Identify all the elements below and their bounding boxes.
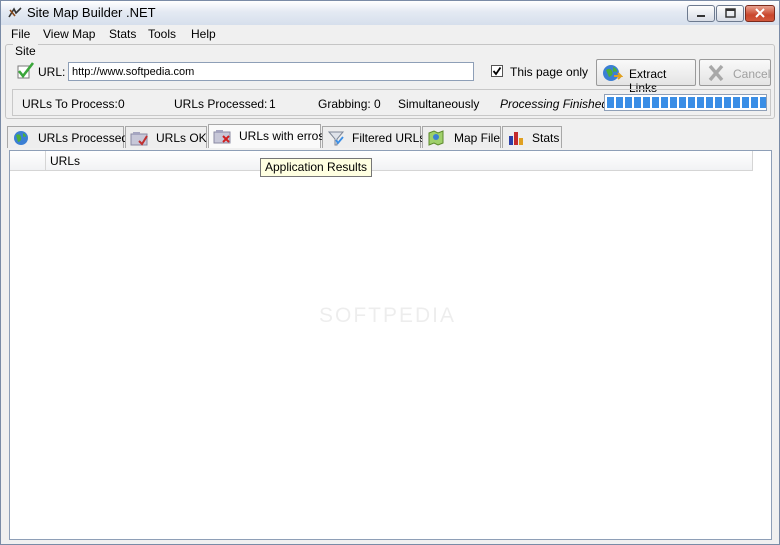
extract-links-button[interactable]: Extract Links bbox=[596, 59, 696, 95]
grabbing-value: 0 bbox=[374, 97, 381, 111]
globe-icon bbox=[14, 131, 28, 145]
progress-bar bbox=[604, 94, 767, 111]
tab-map-file[interactable]: Map File bbox=[422, 126, 501, 148]
tab-urls-with-erros[interactable]: URLs with erros bbox=[208, 124, 325, 148]
tab-urls-ok-label: URLs OK bbox=[156, 131, 207, 145]
menu-bar: File View Map Stats Tools Help bbox=[1, 25, 779, 43]
app-window: Site Map Builder .NET File View Map Stat… bbox=[0, 0, 780, 545]
urls-to-process-label: URLs To Process: bbox=[22, 97, 118, 111]
urls-processed-label: URLs Processed: bbox=[174, 97, 268, 111]
title-bar[interactable]: Site Map Builder .NET bbox=[1, 1, 779, 26]
tab-urls-processed-label: URLs Processed bbox=[38, 131, 129, 145]
url-label: URL: bbox=[38, 65, 66, 79]
menu-file[interactable]: File bbox=[11, 27, 30, 41]
tab-filtered-urls-label: Filtered URLs bbox=[352, 131, 426, 145]
simultaneously-label: Simultaneously bbox=[398, 97, 480, 111]
menu-stats[interactable]: Stats bbox=[109, 27, 136, 41]
cancel-label: Cancel bbox=[733, 67, 771, 81]
url-input[interactable] bbox=[68, 62, 474, 81]
minimize-icon bbox=[697, 15, 705, 17]
tab-urls-processed[interactable]: URLs Processed bbox=[7, 126, 128, 148]
tab-stats[interactable]: Stats bbox=[502, 126, 562, 148]
this-page-only-label[interactable]: This page only bbox=[510, 65, 588, 79]
check-folder-icon bbox=[130, 132, 148, 146]
window-title: Site Map Builder .NET bbox=[27, 5, 156, 20]
column-header-urls[interactable]: URLs bbox=[50, 154, 80, 168]
tab-map-file-label: Map File bbox=[454, 131, 501, 145]
grid-header: URLs bbox=[10, 151, 753, 171]
menu-view-map[interactable]: View Map bbox=[43, 27, 95, 41]
url-link-icon bbox=[17, 62, 35, 79]
menu-help[interactable]: Help bbox=[191, 27, 216, 41]
urls-processed-value: 1 bbox=[269, 97, 276, 111]
globe-arrow-icon bbox=[603, 65, 623, 81]
cancel-x-icon bbox=[708, 64, 724, 82]
close-icon bbox=[755, 8, 765, 18]
minimize-button[interactable] bbox=[687, 5, 715, 22]
site-group-legend: Site bbox=[13, 44, 38, 58]
grabbing-label: Grabbing: bbox=[318, 97, 371, 111]
tab-filtered-urls[interactable]: Filtered URLs bbox=[322, 126, 425, 148]
tab-urls-with-erros-label: URLs with erros bbox=[239, 129, 325, 143]
this-page-only-checkbox[interactable] bbox=[491, 65, 503, 77]
urls-to-process-value: 0 bbox=[118, 97, 125, 111]
close-button[interactable] bbox=[745, 5, 775, 22]
cancel-button[interactable]: Cancel bbox=[699, 59, 771, 86]
row-header-corner bbox=[10, 151, 46, 170]
progress-fill bbox=[607, 97, 766, 108]
watermark: SOFTPEDIA bbox=[319, 304, 457, 327]
map-icon bbox=[428, 130, 444, 146]
maximize-button[interactable] bbox=[716, 5, 744, 22]
bar-chart-icon bbox=[509, 132, 523, 145]
tab-urls-ok[interactable]: URLs OK bbox=[125, 126, 207, 148]
filter-icon bbox=[327, 131, 345, 146]
maximize-icon bbox=[725, 8, 736, 18]
error-folder-icon bbox=[213, 130, 231, 144]
tooltip: Application Results bbox=[260, 158, 373, 177]
checkmark-icon bbox=[492, 66, 502, 76]
menu-tools[interactable]: Tools bbox=[148, 27, 176, 41]
app-icon bbox=[8, 7, 22, 18]
urls-grid[interactable]: URLs bbox=[9, 150, 772, 540]
tab-stats-label: Stats bbox=[532, 131, 560, 145]
processing-status: Processing Finished bbox=[500, 97, 609, 111]
